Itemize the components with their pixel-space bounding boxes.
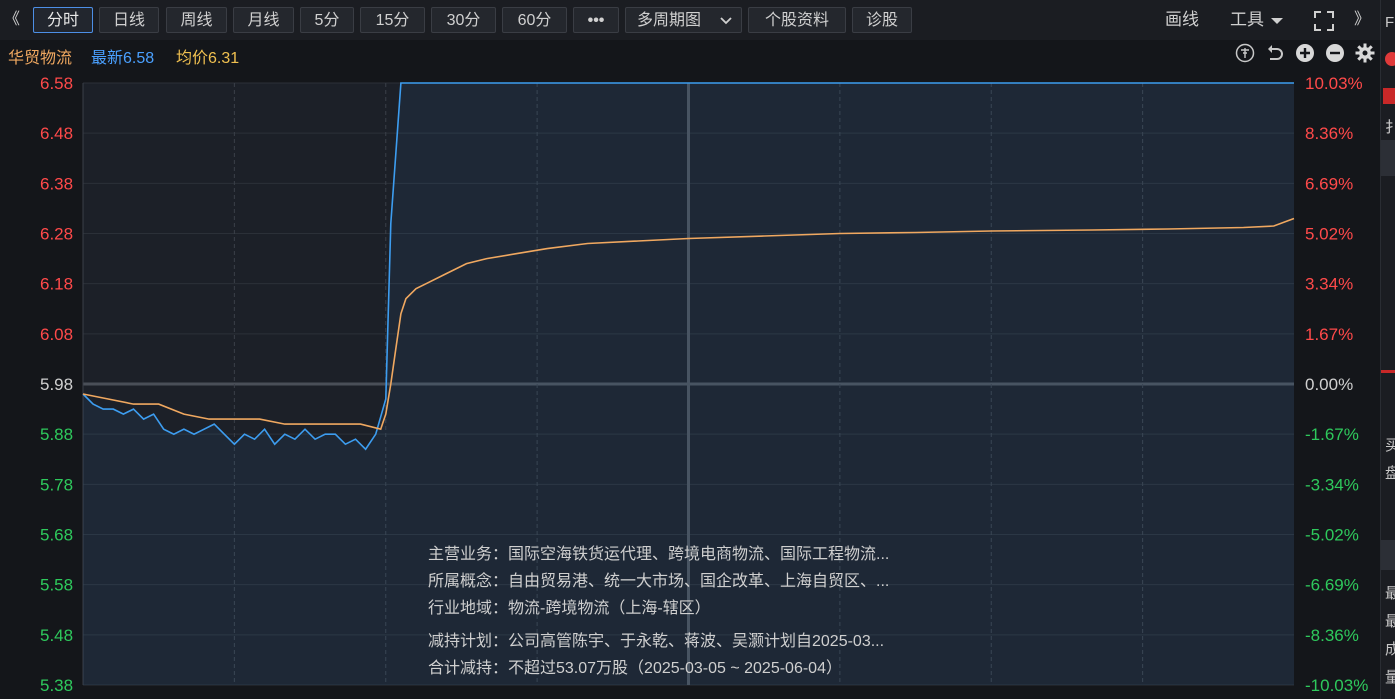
reduction-plan-text[interactable]: 减持计划：公司高管陈宇、于永乾、蒋波、吴灏计划自2025-03... <box>428 628 968 655</box>
multi-period-label: 多周期图 <box>637 12 702 29</box>
tab-60min[interactable]: 60分 <box>502 7 567 33</box>
tab-15min[interactable]: 15分 <box>360 7 425 33</box>
side-char: 最 <box>1385 585 1395 602</box>
reduction-total-text: 合计减持：不超过53.07万股（2025-03-05 ~ 2025-06-04） <box>428 660 842 677</box>
side-char: 最 <box>1385 613 1395 630</box>
side-char: F <box>1385 14 1395 31</box>
y-left-tick: 5.38 <box>40 676 73 695</box>
stock-name: 华贸物流 <box>8 50 73 67</box>
side-red-badge <box>1385 52 1395 66</box>
tab-5min[interactable]: 5分 <box>300 7 354 33</box>
y-right-tick: -1.67% <box>1305 425 1359 444</box>
multi-period-dropdown[interactable]: 多周期图 <box>625 7 742 33</box>
latest-label: 最新 <box>91 50 124 67</box>
stock-info-button[interactable]: 个股资料 <box>748 7 846 33</box>
main-business-text[interactable]: 主营业务：国际空海铁货运代理、跨境电商物流、国际工程物流... <box>428 541 968 568</box>
collapse-left-icon[interactable]: 《 <box>4 7 20 33</box>
settings-gear-icon[interactable] <box>1354 43 1376 65</box>
y-right-tick: 0.00% <box>1305 375 1353 394</box>
y-right-tick: -3.34% <box>1305 475 1359 494</box>
tools-label: 工具 <box>1230 10 1264 29</box>
y-left-tick: 6.28 <box>40 225 73 244</box>
tab-daily[interactable]: 日线 <box>99 7 159 33</box>
y-left-tick: 6.08 <box>40 325 73 344</box>
y-right-tick: -5.02% <box>1305 526 1359 545</box>
y-right-tick: -6.69% <box>1305 576 1359 595</box>
y-left-tick: 5.78 <box>40 475 73 494</box>
y-right-tick: 6.69% <box>1305 174 1353 193</box>
undo-icon[interactable] <box>1264 43 1286 65</box>
period-toolbar: 《 分时 日线 周线 月线 5分 15分 30分 60分 ••• 多周期图 个股… <box>0 0 1380 40</box>
y-right-tick: 5.02% <box>1305 225 1353 244</box>
y-left-tick: 5.88 <box>40 425 73 444</box>
tab-weekly[interactable]: 周线 <box>166 7 227 33</box>
avg-value: 6.31 <box>208 50 240 67</box>
chevron-down-icon <box>720 17 732 25</box>
avg-label: 均价 <box>176 50 209 67</box>
more-periods-button[interactable]: ••• <box>573 7 619 33</box>
side-char: 成 <box>1385 641 1395 658</box>
y-right-tick: 3.34% <box>1305 275 1353 294</box>
y-left-tick: 5.48 <box>40 626 73 645</box>
latest-price: 最新6.58 <box>91 44 154 68</box>
latest-value: 6.58 <box>123 50 155 67</box>
side-char: 扌 <box>1385 119 1395 136</box>
stock-info-bar: 华贸物流 最新6.58 均价6.31 <box>0 40 1380 68</box>
side-block <box>1381 140 1395 176</box>
tab-intraday[interactable]: 分时 <box>33 7 93 33</box>
collapse-right-icon[interactable]: 》 <box>1354 7 1370 33</box>
side-char: 盘 <box>1385 465 1395 482</box>
average-price: 均价6.31 <box>176 44 239 68</box>
zoom-in-icon[interactable] <box>1294 43 1316 65</box>
speed-icon[interactable] <box>1234 43 1256 65</box>
diagnose-button[interactable]: 诊股 <box>852 7 912 33</box>
industry-region-text[interactable]: 行业地域：物流-跨境物流（上海-辖区） <box>428 595 968 622</box>
stock-profile-panel: 主营业务：国际空海铁货运代理、跨境电商物流、国际工程物流... 所属概念：自由贸… <box>428 541 968 682</box>
zoom-out-icon[interactable] <box>1324 43 1346 65</box>
concepts-text[interactable]: 所属概念：自由贸易港、统一大市场、国企改革、上海自贸区、... <box>428 568 968 595</box>
y-left-tick: 6.18 <box>40 275 73 294</box>
y-right-tick: -8.36% <box>1305 626 1359 645</box>
side-char: 买 <box>1385 437 1395 454</box>
y-left-tick: 5.68 <box>40 526 73 545</box>
tab-30min[interactable]: 30分 <box>431 7 496 33</box>
side-block <box>1381 540 1395 570</box>
draw-line-button[interactable]: 画线 <box>1165 7 1199 33</box>
right-side-panel: F 扌 买 盘 最 最 成 量 <box>1380 0 1395 699</box>
y-left-tick: 5.58 <box>40 576 73 595</box>
y-left-tick: 6.38 <box>40 174 73 193</box>
tools-dropdown[interactable]: 工具 <box>1230 7 1283 33</box>
expand-icon[interactable] <box>1313 10 1335 32</box>
caret-down-icon <box>1270 17 1283 24</box>
y-left-tick: 5.98 <box>40 375 73 394</box>
y-left-tick: 6.58 <box>40 74 73 93</box>
y-left-tick: 6.48 <box>40 124 73 143</box>
y-right-tick: 1.67% <box>1305 325 1353 344</box>
y-right-tick: -10.03% <box>1305 676 1368 695</box>
side-char: 量 <box>1385 669 1395 686</box>
side-red-marker <box>1383 88 1395 104</box>
y-right-tick: 8.36% <box>1305 124 1353 143</box>
side-red-line <box>1381 370 1395 373</box>
tab-monthly[interactable]: 月线 <box>233 7 294 33</box>
y-right-tick: 10.03% <box>1305 74 1363 93</box>
